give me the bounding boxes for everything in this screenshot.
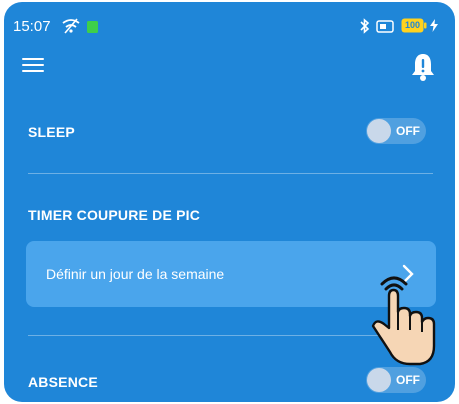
absence-toggle[interactable]: OFF (366, 367, 426, 393)
timer-title: TIMER COUPURE DE PIC (28, 207, 201, 223)
divider (28, 173, 433, 174)
app-bar (4, 42, 455, 90)
bluetooth-icon (360, 18, 370, 38)
absence-title: ABSENCE (28, 374, 98, 390)
tap-hand-icon (364, 266, 438, 370)
status-bar: 15:07 100 (4, 2, 455, 36)
wifi-off-icon (62, 18, 80, 38)
sleep-toggle-label: OFF (396, 124, 420, 138)
menu-icon[interactable] (22, 58, 44, 74)
screen-icon (376, 20, 394, 37)
status-time: 15:07 (13, 18, 51, 35)
charging-icon (430, 19, 438, 36)
sleep-toggle[interactable]: OFF (366, 118, 426, 144)
battery-level: 100 (405, 20, 421, 30)
sim-icon (87, 20, 98, 37)
absence-toggle-knob (367, 368, 391, 392)
sleep-toggle-knob (367, 119, 391, 143)
absence-toggle-label: OFF (396, 373, 420, 387)
bell-alert-icon[interactable] (410, 52, 436, 82)
weekday-option-label: Définir un jour de la semaine (46, 266, 225, 282)
sleep-title: SLEEP (28, 124, 75, 140)
